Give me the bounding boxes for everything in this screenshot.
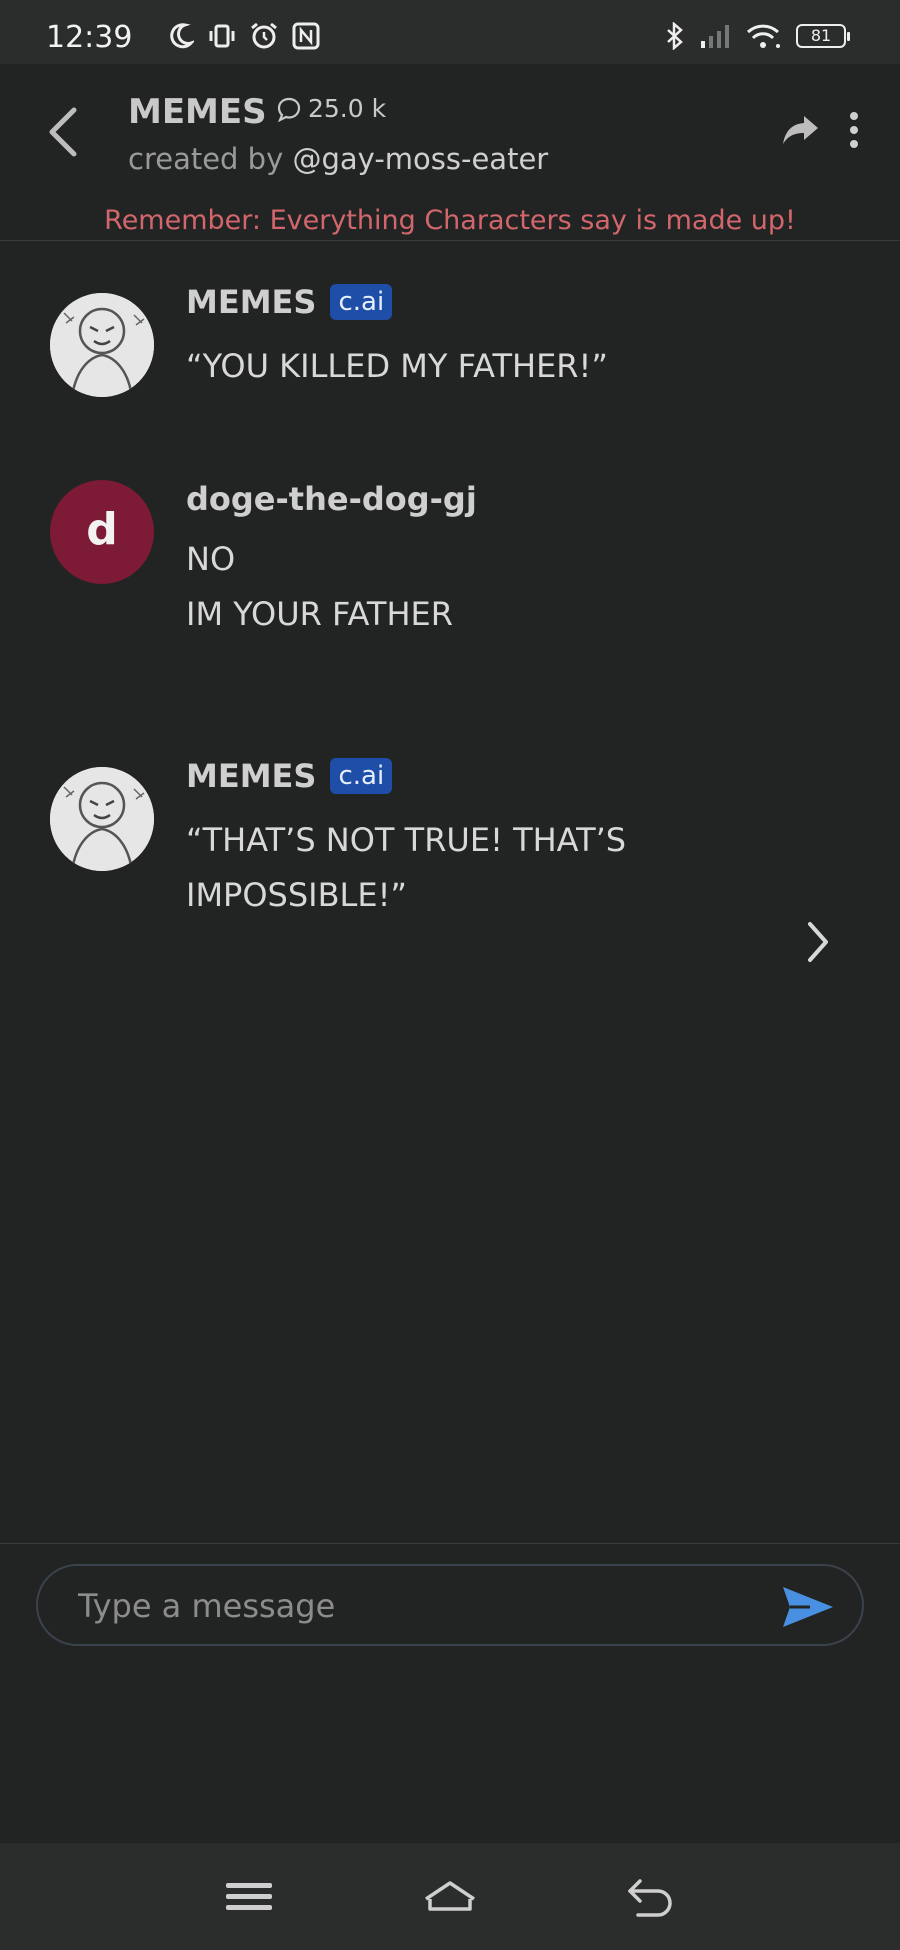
message-line: IMPOSSIBLE!” bbox=[186, 876, 407, 914]
alarm-icon bbox=[251, 22, 277, 49]
bluetooth-icon bbox=[667, 22, 683, 50]
composer-area bbox=[0, 1543, 900, 1843]
disclaimer-text: Remember: Everything Characters say is m… bbox=[104, 205, 796, 236]
cai-badge: c.ai bbox=[330, 284, 393, 320]
more-options-icon[interactable] bbox=[842, 110, 866, 150]
send-icon[interactable] bbox=[780, 1584, 836, 1630]
share-icon[interactable] bbox=[780, 112, 820, 148]
character-avatar[interactable] bbox=[50, 293, 154, 397]
status-time: 12:39 bbox=[46, 20, 133, 55]
next-response-chevron-icon[interactable] bbox=[800, 918, 836, 966]
character-avatar[interactable] bbox=[50, 767, 154, 871]
message-line: NO bbox=[186, 540, 236, 578]
back-arrow-icon[interactable] bbox=[44, 104, 84, 160]
chat-bubble-icon bbox=[277, 97, 301, 122]
message-text: “YOU KILLED MY FATHER!” bbox=[186, 339, 608, 394]
author-name: MEMES bbox=[186, 757, 317, 795]
chat-count: 25.0 k bbox=[276, 94, 386, 123]
battery-indicator: 81 bbox=[796, 24, 850, 48]
message-composer bbox=[36, 1564, 864, 1646]
chat-header: MEMES 25.0 k created by @gay-moss-eater … bbox=[0, 64, 900, 241]
status-bar: 12:39 81 bbox=[0, 0, 900, 64]
message-author: MEMES c.ai bbox=[186, 757, 393, 795]
message-input[interactable] bbox=[78, 1584, 758, 1628]
creator-line: created by @gay-moss-eater bbox=[128, 142, 548, 176]
message-author: doge-the-dog-gj bbox=[186, 480, 477, 518]
author-name: MEMES bbox=[186, 283, 317, 321]
creator-handle[interactable]: @gay-moss-eater bbox=[292, 142, 548, 176]
message-text: “THAT’S NOT TRUE! THAT’S IMPOSSIBLE!” bbox=[186, 813, 626, 923]
message-author: MEMES c.ai bbox=[186, 283, 393, 321]
cai-badge: c.ai bbox=[330, 758, 393, 794]
message-text: NO IM YOUR FATHER bbox=[186, 532, 453, 642]
character-sketch-image bbox=[50, 293, 154, 397]
signal-icon bbox=[701, 25, 729, 48]
do-not-disturb-moon-icon bbox=[170, 23, 194, 49]
vibrate-icon bbox=[209, 24, 235, 48]
home-icon[interactable] bbox=[422, 1873, 478, 1921]
nfc-icon bbox=[292, 22, 320, 50]
wifi-icon bbox=[746, 24, 780, 48]
status-left-icons bbox=[168, 22, 320, 50]
back-icon[interactable] bbox=[624, 1873, 680, 1921]
message-line: “YOU KILLED MY FATHER!” bbox=[186, 347, 608, 385]
menu-icon[interactable] bbox=[222, 1873, 278, 1921]
message-line: IM YOUR FATHER bbox=[186, 595, 453, 633]
user-avatar[interactable]: d bbox=[50, 480, 154, 584]
system-nav-bar bbox=[0, 1843, 900, 1950]
chat-count-value: 25.0 k bbox=[308, 94, 387, 123]
message-line: “THAT’S NOT TRUE! THAT’S bbox=[186, 821, 627, 859]
creator-prefix: created by bbox=[128, 142, 293, 176]
status-right-icons: 81 bbox=[664, 22, 850, 50]
character-title[interactable]: MEMES bbox=[128, 92, 267, 132]
character-sketch-image bbox=[50, 767, 154, 871]
